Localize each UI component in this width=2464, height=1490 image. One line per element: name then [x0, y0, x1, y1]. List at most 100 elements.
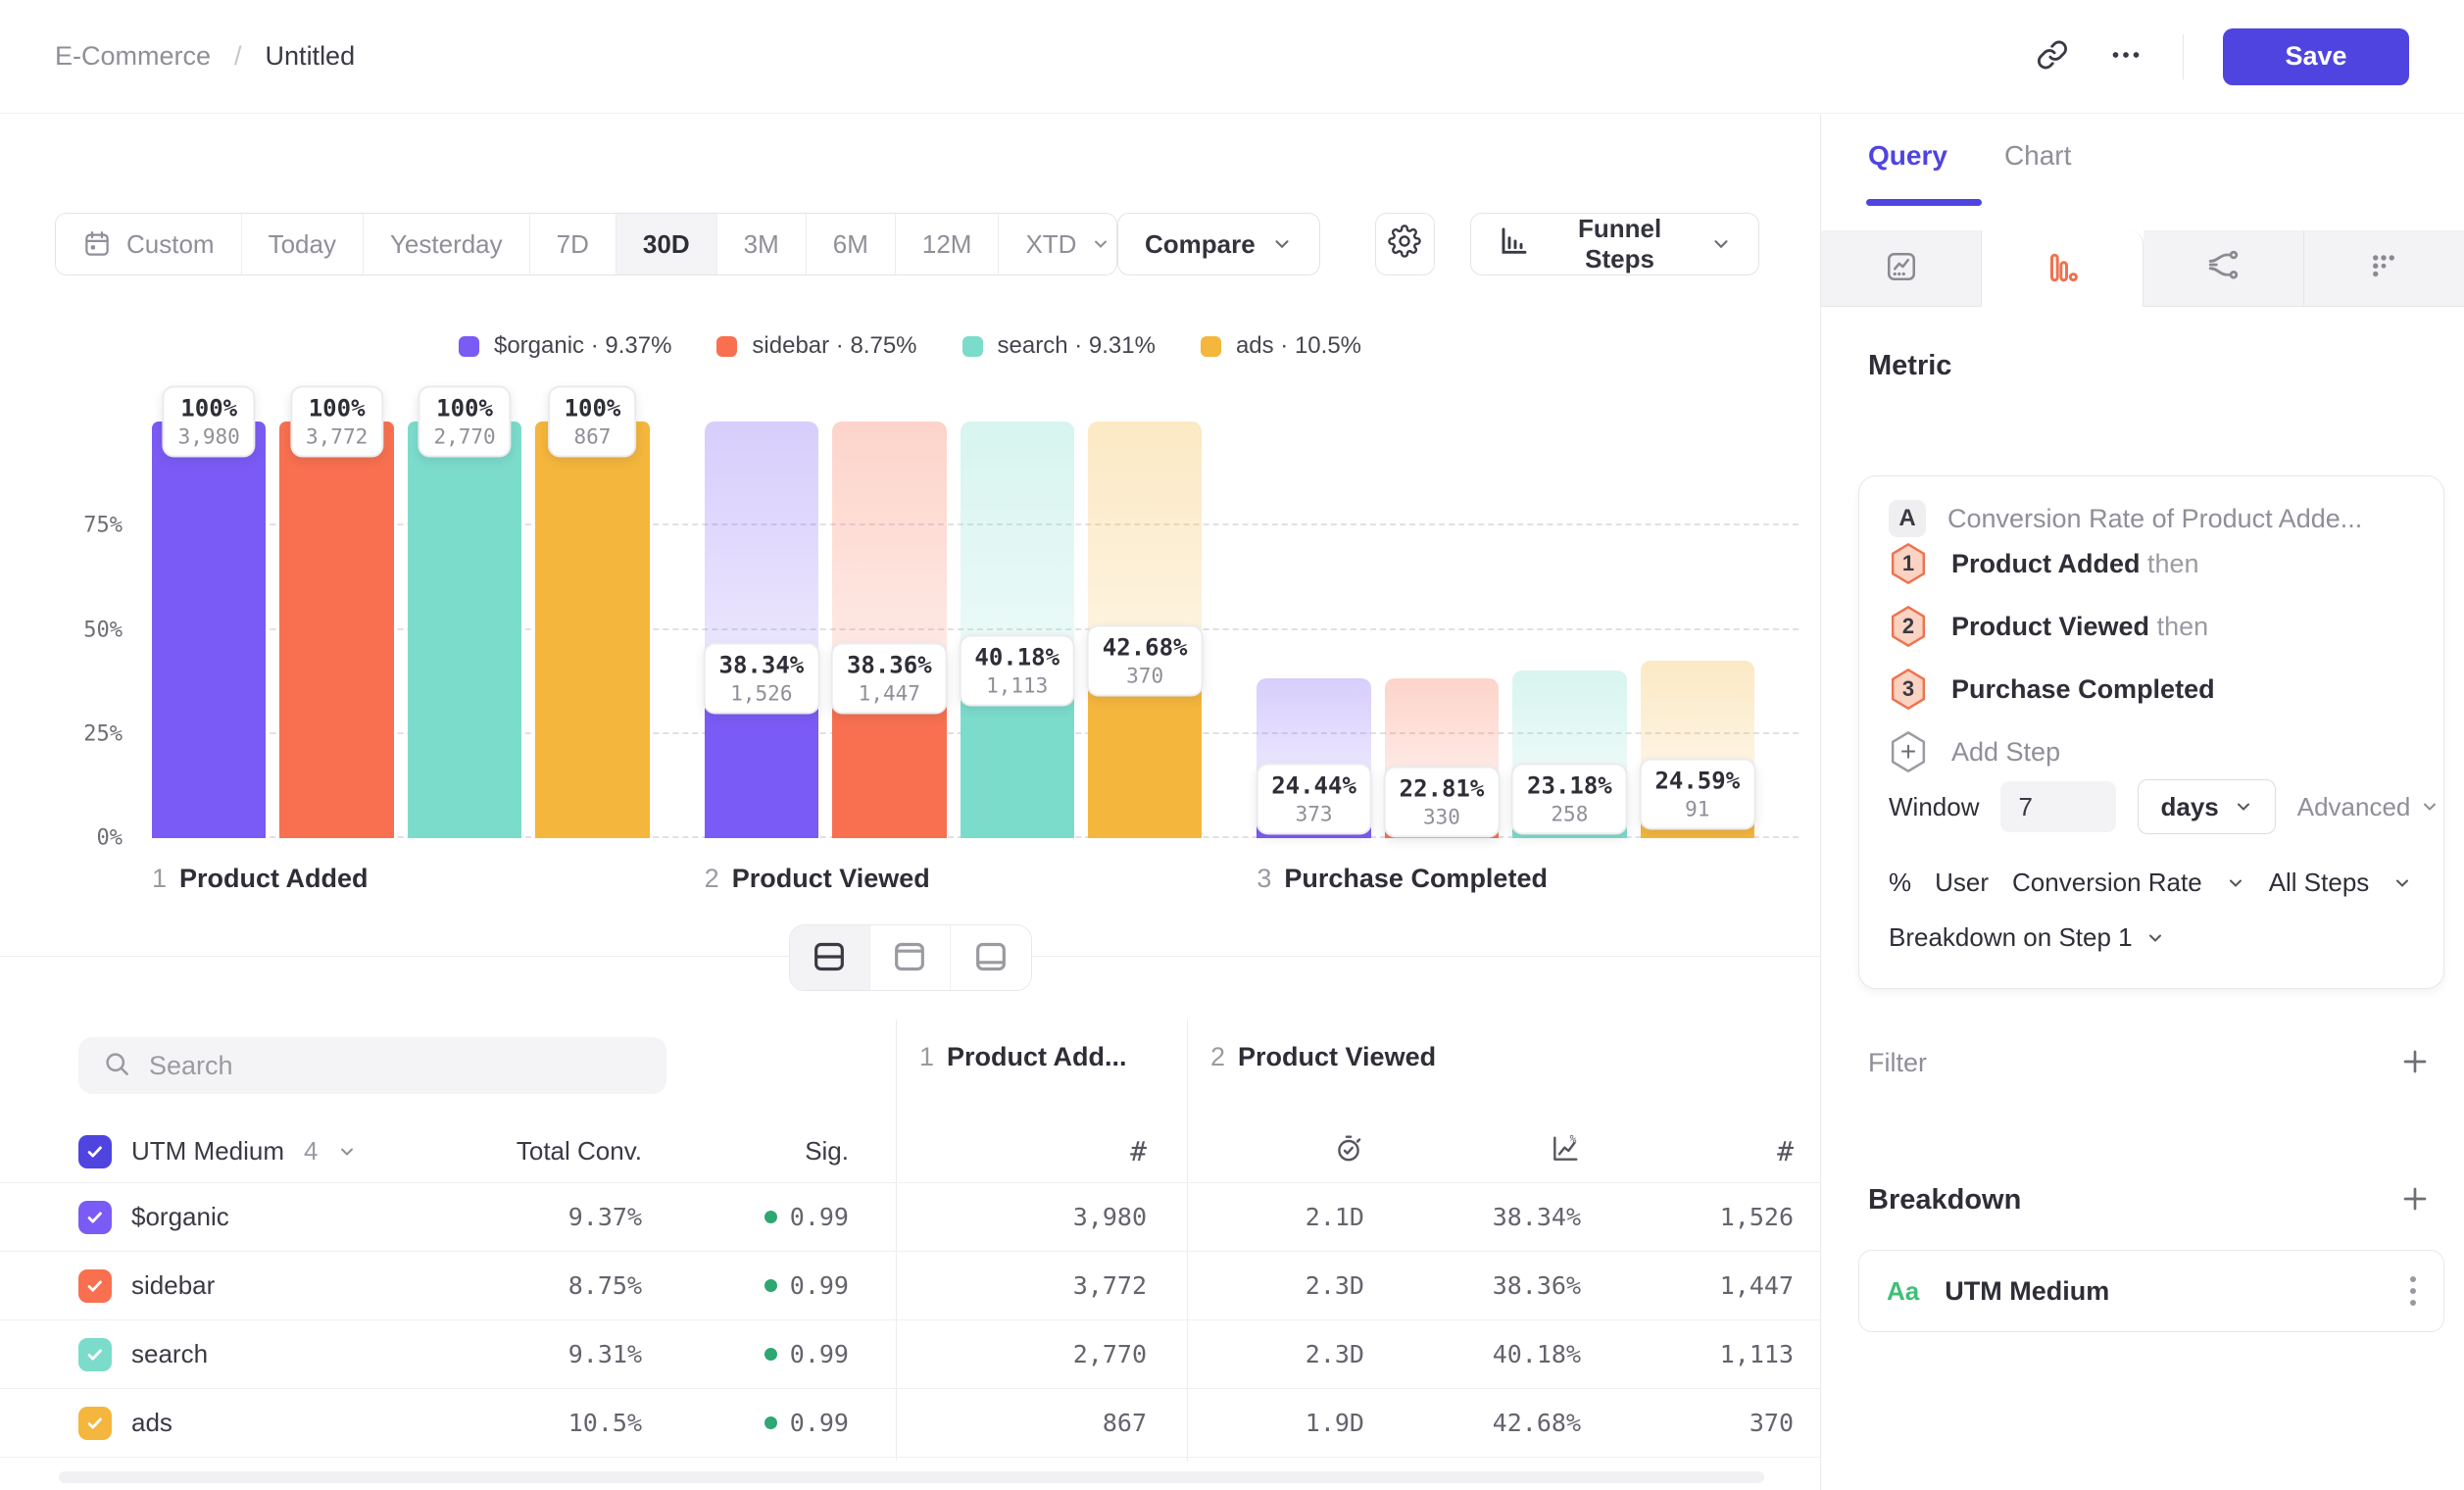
total-conv-value: 8.75%: [431, 1271, 642, 1300]
table-row[interactable]: ads 10.5% 0.99 8671.9D42.68%370: [0, 1389, 1820, 1458]
table-row[interactable]: $organic 9.37% 0.99 3,9802.1D38.34%1,526: [0, 1183, 1820, 1252]
search-icon: [102, 1049, 131, 1083]
funnel-bar[interactable]: 42.68%370: [1088, 422, 1202, 838]
chart-type-button[interactable]: Funnel Steps: [1470, 213, 1759, 275]
row-checkbox[interactable]: [78, 1407, 112, 1440]
significance-value: 0.99: [642, 1271, 849, 1300]
measure-metric-dropdown[interactable]: Conversion Rate: [2012, 868, 2202, 898]
query-step-row[interactable]: 1 Product Added then: [1889, 542, 2199, 585]
date-range-tab-3m[interactable]: 3M: [717, 214, 807, 274]
query-step-row[interactable]: 2 Product Viewed then: [1889, 605, 2208, 648]
select-all-checkbox[interactable]: [78, 1135, 112, 1168]
row-checkbox[interactable]: [78, 1338, 112, 1371]
measure-pct[interactable]: %: [1889, 868, 1911, 898]
breadcrumb-report-title[interactable]: Untitled: [266, 41, 356, 72]
date-range-tab-xtd[interactable]: XTD: [999, 214, 1117, 274]
segment-name: ads: [131, 1408, 172, 1438]
date-range-tab-6m[interactable]: 6M: [807, 214, 896, 274]
date-range-tab-7d[interactable]: 7D: [530, 214, 616, 274]
compare-label: Compare: [1145, 229, 1256, 260]
horizontal-scrollbar[interactable]: [59, 1471, 1764, 1483]
add-breakdown-button[interactable]: [2399, 1183, 2431, 1217]
chevron-down-icon: [1271, 233, 1293, 255]
view-toggle-split-view[interactable]: [790, 925, 870, 990]
table-row[interactable]: sidebar 8.75% 0.99 3,7722.3D38.36%1,447: [0, 1252, 1820, 1320]
legend-item[interactable]: $organic · 9.37%: [459, 332, 671, 360]
funnel-bar[interactable]: 23.18%258: [1512, 422, 1626, 838]
tab-chart[interactable]: Chart: [2004, 140, 2071, 172]
table-row[interactable]: search 9.31% 0.99 2,7702.3D40.18%1,113: [0, 1320, 1820, 1389]
funnel-step-label: 3Purchase Completed: [1257, 864, 1754, 894]
funnel-bar[interactable]: 38.36%1,447: [832, 422, 946, 838]
step-number-badge: 2: [1889, 605, 1928, 648]
advanced-toggle[interactable]: Advanced: [2297, 792, 2440, 822]
copy-link-button[interactable]: [2036, 38, 2069, 74]
row-checkbox[interactable]: [78, 1201, 112, 1234]
measure-scope-dropdown[interactable]: All Steps: [2269, 868, 2370, 898]
funnel-bar[interactable]: 100%2,770: [408, 422, 521, 838]
more-options-button[interactable]: [2108, 37, 2144, 75]
date-range-tab-custom[interactable]: Custom: [56, 214, 242, 274]
funnel-bar[interactable]: 100%3,772: [279, 422, 393, 838]
link-icon: [2036, 38, 2069, 74]
metric-section-title: Metric: [1868, 350, 1951, 382]
report-type-funnels-tab[interactable]: [1982, 230, 2143, 307]
y-axis-label: 75%: [83, 514, 123, 538]
legend-item[interactable]: search · 9.31%: [962, 332, 1156, 360]
measure-entity[interactable]: User: [1935, 868, 1989, 898]
legend-item[interactable]: ads · 10.5%: [1201, 332, 1361, 360]
search-input[interactable]: [149, 1051, 643, 1081]
funnel-bar[interactable]: 38.34%1,526: [705, 422, 818, 838]
total-conv-column-header[interactable]: Total Conv.: [431, 1136, 642, 1167]
tab-query[interactable]: Query: [1868, 140, 1947, 172]
funnel-bar[interactable]: 24.59%91: [1641, 422, 1754, 838]
report-type-insights-tab[interactable]: [1821, 230, 1982, 307]
funnel-step-group: 100%3,980100%3,772100%2,770100%867: [152, 422, 650, 838]
funnel-bar[interactable]: 100%3,980: [152, 422, 266, 838]
toolbar-right: Compare Funnel Steps: [1117, 213, 1759, 275]
date-range-tab-today[interactable]: Today: [242, 214, 364, 274]
sig-column-header[interactable]: Sig.: [642, 1136, 849, 1167]
view-toggle-table-only[interactable]: [951, 925, 1031, 990]
view-toggle-chart-only[interactable]: [870, 925, 951, 990]
query-step-row[interactable]: 3 Purchase Completed: [1889, 668, 2215, 711]
date-range-tab-yesterday[interactable]: Yesterday: [364, 214, 530, 274]
date-range-tab-30d[interactable]: 30D: [616, 214, 717, 274]
breakdown-property-label: UTM Medium: [1945, 1276, 2109, 1307]
funnel-bar[interactable]: 22.81%330: [1385, 422, 1499, 838]
table-cell: 2.3D: [1147, 1340, 1364, 1368]
chart-settings-button[interactable]: [1375, 213, 1435, 275]
funnels-tab-icon: [2045, 250, 2080, 288]
significance-value: 0.99: [642, 1340, 849, 1368]
active-tab-underline: [1866, 199, 1982, 206]
y-axis-label: 0%: [97, 826, 123, 851]
window-value-input[interactable]: [2000, 781, 2116, 832]
legend-item[interactable]: sidebar · 8.75%: [716, 332, 916, 360]
app-root: E-Commerce / Untitled Save CustomTodayYe: [0, 0, 2464, 1490]
report-type-retention-tab[interactable]: [2304, 230, 2464, 307]
add-step-button[interactable]: + Add Step: [1889, 730, 2060, 773]
funnel-bar[interactable]: 24.44%373: [1257, 422, 1370, 838]
chevron-down-icon[interactable]: [337, 1142, 357, 1162]
kebab-menu-icon[interactable]: [2410, 1276, 2416, 1306]
row-checkbox[interactable]: [78, 1269, 112, 1303]
breakdown-on-step-dropdown[interactable]: Breakdown on Step 1: [1889, 922, 2165, 953]
breakdown-count: 4: [304, 1136, 318, 1167]
date-range-tab-12m[interactable]: 12M: [896, 214, 1000, 274]
breakdown-column-label[interactable]: UTM Medium: [131, 1136, 284, 1167]
funnel-bar[interactable]: 100%867: [535, 422, 649, 838]
funnel-bar[interactable]: 40.18%1,113: [961, 422, 1074, 838]
add-filter-button[interactable]: [2399, 1046, 2431, 1080]
conversion-rate-column-icon: %: [1550, 1133, 1581, 1169]
metric-header-row[interactable]: A Conversion Rate of Product Adde...: [1889, 500, 2414, 537]
table-cell: 867: [849, 1409, 1147, 1437]
save-button[interactable]: Save: [2223, 28, 2409, 85]
date-range-label: 3M: [744, 229, 779, 260]
window-unit-dropdown[interactable]: days: [2138, 779, 2275, 834]
compare-button[interactable]: Compare: [1117, 213, 1320, 275]
chevron-down-icon: [1710, 233, 1732, 255]
funnel-chart-icon: [1498, 225, 1529, 264]
breadcrumb-board-link[interactable]: E-Commerce: [55, 41, 211, 72]
report-type-flows-tab[interactable]: [2144, 230, 2304, 307]
breakdown-property-card[interactable]: Aa UTM Medium: [1858, 1250, 2444, 1332]
